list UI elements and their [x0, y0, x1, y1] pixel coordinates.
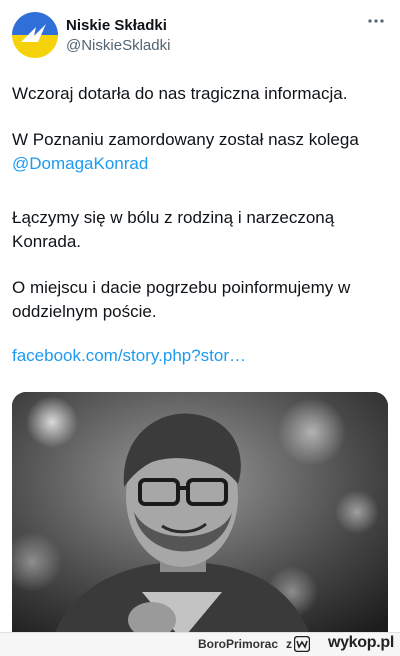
- author-handle[interactable]: @NiskieSkladki: [66, 36, 170, 55]
- wykop-logo-icon[interactable]: [294, 636, 310, 652]
- external-link[interactable]: facebook.com/story.php?stor…: [12, 344, 246, 368]
- footer-separator: z: [286, 637, 292, 651]
- mention-link[interactable]: @DomagaKonrad: [12, 154, 148, 173]
- portrait-photo: [12, 392, 388, 640]
- footer-username[interactable]: BoroPrimorac: [198, 637, 278, 651]
- author-name[interactable]: Niskie Składki: [66, 16, 170, 35]
- author-block[interactable]: Niskie Składki @NiskieSkladki: [66, 16, 170, 55]
- tweet-paragraph-2: W Poznaniu zamordowany został nasz koleg…: [12, 128, 359, 176]
- wykop-site-name[interactable]: wykop.pl: [328, 634, 394, 652]
- tweet-paragraph-3: Łączymy się w bólu z rodziną i narzeczon…: [12, 208, 335, 251]
- tweet-header: Niskie Składki @NiskieSkladki: [12, 12, 388, 60]
- more-dots-icon[interactable]: [368, 18, 384, 24]
- tweet-photo[interactable]: [12, 392, 388, 640]
- tweet-card: Niskie Składki @NiskieSkladki Wczoraj do…: [0, 0, 400, 640]
- tweet-paragraph-1: Wczoraj dotarła do nas tragiczna informa…: [12, 84, 348, 103]
- tweet-paragraph-2-text: W Poznaniu zamordowany został nasz koleg…: [12, 130, 359, 149]
- wykop-footer: BoroPrimorac z wykop.pl: [0, 632, 400, 656]
- avatar[interactable]: [12, 12, 58, 58]
- tweet-paragraph-4: O miejscu i dacie pogrzebu poinformujemy…: [12, 278, 351, 321]
- avatar-logo-icon: [12, 12, 58, 58]
